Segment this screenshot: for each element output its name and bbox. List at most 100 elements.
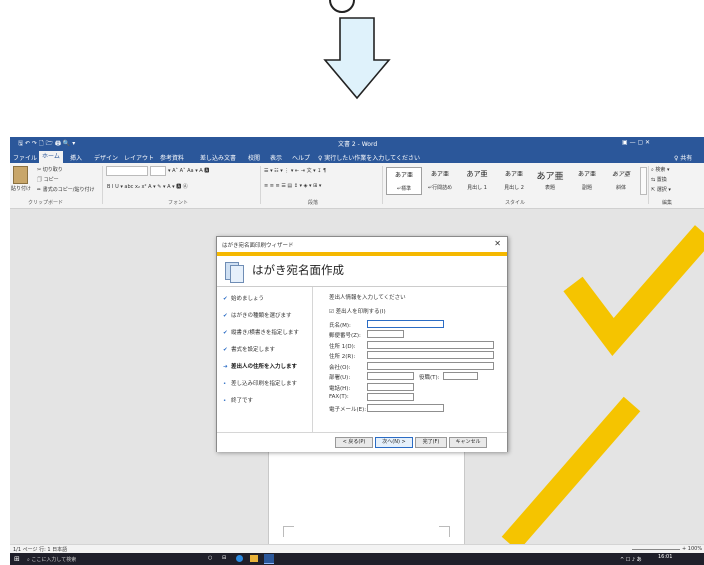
taskbar: ⊞ ⌕ ここに入力して検索 ○ ⊟ ^ ☐ ♪ あ 16:01 (10, 553, 704, 565)
tab-references[interactable]: 参考資料 (160, 153, 184, 162)
tab-view[interactable]: 表示 (270, 153, 282, 162)
font-format-tools[interactable]: B I U ▾ abc x₂ x² A ▾ ✎ ▾ A ▾ 🅰 Ⓐ (107, 183, 188, 190)
dialog-title: はがき宛名面印刷ウィザード (222, 243, 294, 249)
fax-label: FAX(T): (329, 394, 349, 400)
style-emphasis[interactable]: あア亜 斜体 (604, 167, 638, 193)
email-label: 電子メール(E): (329, 407, 367, 413)
explorer-icon[interactable] (250, 555, 258, 562)
paste-button[interactable]: 貼り付け (11, 185, 31, 192)
phone-label: 電話(H): (329, 386, 351, 392)
editing-group-label: 編集 (662, 200, 673, 206)
top-partial-circle (329, 0, 355, 13)
window-controls[interactable]: ▣ — ▢ ✕ (622, 139, 650, 146)
tab-layout[interactable]: レイアウト (124, 153, 154, 162)
format-painter-button[interactable]: ✏ 書式のコピー/貼り付け (37, 186, 94, 193)
cancel-button[interactable]: キャンセル (449, 437, 487, 448)
tab-file[interactable]: ファイル (13, 153, 37, 162)
address1-field[interactable] (367, 341, 494, 349)
select-button[interactable]: ⇱ 選択 ▾ (651, 186, 671, 193)
arrow-shape (323, 17, 391, 100)
paragraph-tools-row2[interactable]: ≡ ≡ ≡ ☰ ▤ ↕ ▾ ◈ ▾ ⊞ ▾ (264, 183, 321, 189)
tab-mailings[interactable]: 差し込み文書 (200, 153, 236, 162)
address2-label: 住所 2(R): (329, 354, 356, 360)
tab-help[interactable]: ヘルプ (292, 153, 310, 162)
dialog-header: はがき宛名面作成 (217, 256, 507, 287)
job-title-field[interactable] (443, 372, 478, 380)
taskbar-search[interactable]: ⌕ ここに入力して検索 (27, 556, 76, 563)
fax-field[interactable] (367, 393, 414, 401)
step-finish[interactable]: • 終了です (223, 396, 253, 404)
windows-start-icon[interactable]: ⊞ (14, 555, 20, 563)
print-sender-checkbox[interactable]: ☑ 差出人を印刷する(I) (329, 307, 386, 315)
separator (102, 166, 103, 204)
close-icon[interactable]: ✕ (494, 239, 501, 248)
postcard-icon (225, 262, 244, 283)
replace-button[interactable]: ⇆ 置換 (651, 176, 667, 183)
address1-label: 住所 1(D): (329, 344, 356, 350)
back-button[interactable]: < 戻る(P) (335, 437, 373, 448)
wizard-steps: ✔ 始めましょう ✔ はがきの種類を選びます ✔ 縦書き/横書きを指定します ✔ 書式を… (217, 287, 313, 432)
step-start[interactable]: ✔ 始めましょう (223, 294, 264, 302)
style-subtitle[interactable]: あア亜 副題 (570, 167, 604, 193)
page-margin-mark (439, 526, 450, 537)
paragraph-tools-row1[interactable]: ☰ ▾ ☷ ▾ ⋮ ▾ ⇤ ⇥ 文 ▾ ↧ ¶ (264, 167, 326, 174)
phone-field[interactable] (367, 383, 414, 391)
cut-button[interactable]: ✂ 切り取り (37, 166, 63, 173)
down-arrow-graphic (323, 0, 391, 100)
department-field[interactable] (367, 372, 414, 380)
style-title[interactable]: あア亜 表題 (531, 167, 569, 193)
step-orientation[interactable]: ✔ 縦書き/横書きを指定します (223, 328, 299, 336)
name-field[interactable] (367, 320, 444, 328)
title-bar: 🖫 ↶ ↷ 🗋 🗁 🖨 🔍 ▾ 文書 2 - Word ▣ — ▢ ✕ (10, 137, 704, 150)
styles-scroll[interactable] (640, 167, 647, 195)
tab-design[interactable]: デザイン (94, 153, 118, 162)
word-taskbar-icon[interactable] (264, 554, 274, 564)
copy-button[interactable]: 🗍 コピー (37, 176, 59, 185)
tell-me-search[interactable]: ♀ 実行したい作業を入力してください (318, 153, 420, 162)
company-field[interactable] (367, 362, 494, 370)
tab-review[interactable]: 校閲 (248, 153, 260, 162)
dialog-footer: < 戻る(P) 次へ(N) > 完了(F) キャンセル (217, 432, 507, 452)
step-format[interactable]: ✔ 書式を設定します (223, 345, 275, 353)
clipboard-group-label: クリップボード (28, 200, 64, 206)
separator (260, 166, 261, 204)
style-heading-1[interactable]: あア亜 見出し 1 (460, 167, 494, 193)
system-tray[interactable]: ^ ☐ ♪ あ (620, 556, 642, 563)
font-name-combo[interactable] (106, 166, 148, 176)
sender-form: 差出人情報を入力してください ☑ 差出人を印刷する(I) 氏名(M): 郵便番号… (313, 287, 507, 432)
style-heading-2[interactable]: あア亜 見出し 2 (497, 167, 531, 193)
style-no-spacing[interactable]: あア亜 ↵行間詰め (423, 167, 457, 193)
zoom-slider[interactable] (632, 549, 680, 550)
step-mail-merge[interactable]: • 差し込み印刷を指定します (223, 379, 297, 387)
status-page-info: 1/1 ページ 行: 1 日本語 (13, 547, 68, 553)
clipboard-icon[interactable] (13, 166, 28, 184)
find-button[interactable]: ⌕ 検索 ▾ (651, 166, 670, 173)
widgets-icon[interactable]: ⊟ (222, 555, 226, 561)
styles-group-label: スタイル (505, 200, 526, 206)
name-label: 氏名(M): (329, 323, 351, 329)
tab-insert[interactable]: 挿入 (70, 153, 82, 162)
quick-access-toolbar[interactable]: 🖫 ↶ ↷ 🗋 🗁 🖨 🔍 ▾ (18, 139, 75, 149)
tab-home[interactable]: ホーム (39, 151, 63, 163)
paragraph-group-label: 段落 (308, 200, 319, 206)
step-sender-address[interactable]: ➜ 差出人の住所を入力します (223, 362, 297, 370)
step-postcard-type[interactable]: ✔ はがきの種類を選びます (223, 311, 292, 319)
share-button[interactable]: ♀ 共有 (674, 153, 692, 162)
task-view-icon[interactable]: ○ (208, 555, 212, 561)
address2-field[interactable] (367, 351, 494, 359)
instruction-text: 差出人情報を入力してください (329, 295, 406, 301)
email-field[interactable] (367, 404, 444, 412)
font-size-tools[interactable]: ▾ A˄ A˅ Aa ▾ A̶ 🅰 (168, 167, 209, 174)
finish-button[interactable]: 完了(F) (415, 437, 447, 448)
ribbon: 貼り付け ✂ 切り取り 🗍 コピー ✏ 書式のコピー/貼り付け クリップボード … (10, 163, 704, 209)
next-button[interactable]: 次へ(N) > (375, 437, 413, 448)
style-normal[interactable]: あア亜 ↵標準 (386, 167, 422, 195)
department-label: 部署(U): (329, 375, 351, 381)
page-margin-mark (283, 526, 294, 537)
edge-icon[interactable] (236, 555, 243, 562)
ribbon-tabs: ファイル ホーム 挿入 デザイン レイアウト 参考資料 差し込み文書 校閲 表示… (10, 150, 704, 163)
postcard-wizard-dialog: はがき宛名面印刷ウィザード ✕ はがき宛名面作成 ✔ 始めましょう ✔ はがきの種類… (216, 236, 508, 452)
postal-code-field[interactable] (367, 330, 404, 338)
font-size-combo[interactable] (150, 166, 166, 176)
zoom-level[interactable]: + 100% (682, 546, 702, 552)
